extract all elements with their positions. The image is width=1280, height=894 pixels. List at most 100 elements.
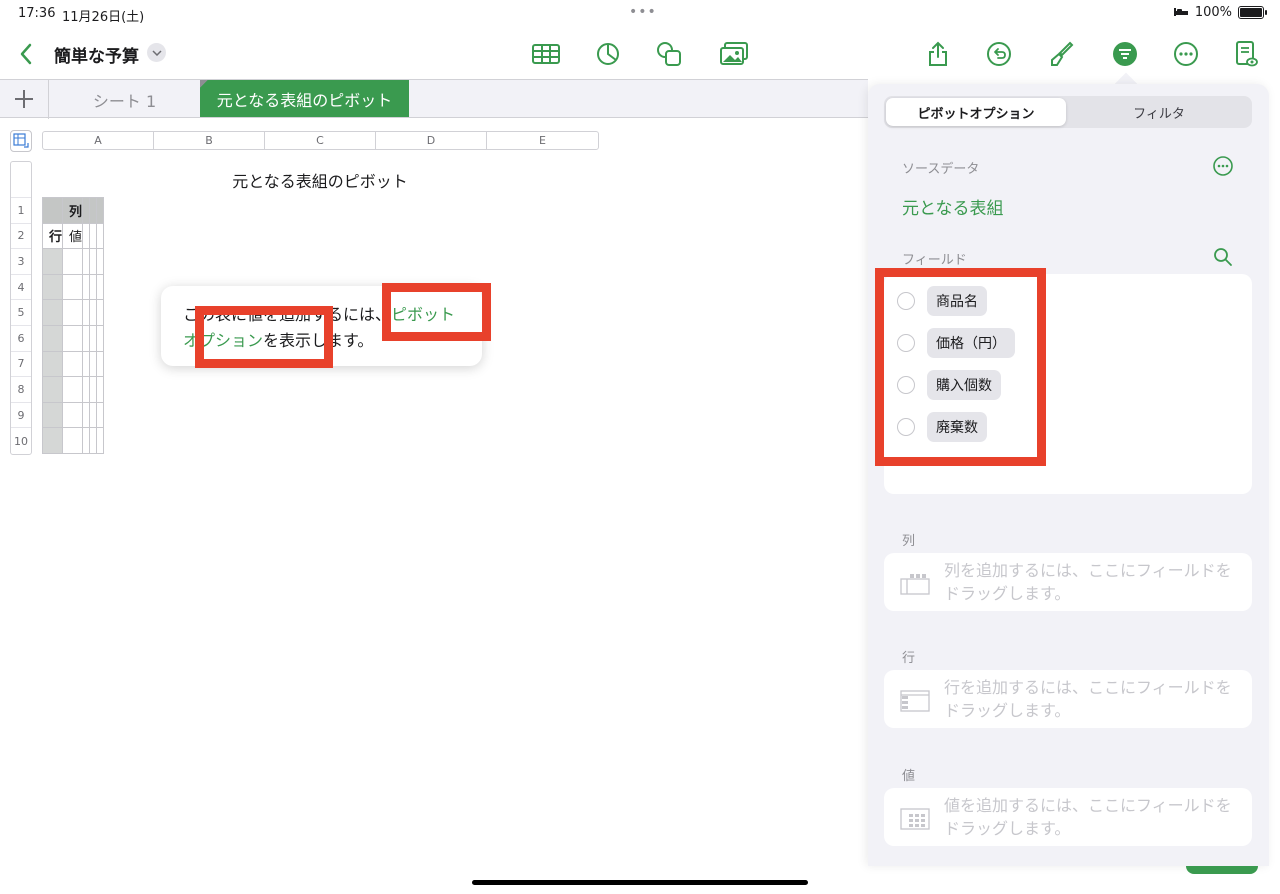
table-cell[interactable] — [96, 376, 105, 403]
column-header[interactable]: C — [265, 132, 376, 149]
table-cell[interactable] — [89, 222, 98, 250]
columns-drop-zone[interactable]: 列を追加するには、ここにフィールドをドラッグします。 — [884, 553, 1252, 611]
table-cell[interactable] — [89, 376, 98, 403]
source-more-icon[interactable] — [1213, 156, 1233, 176]
tab-sheet-1[interactable]: シート 1 — [49, 80, 200, 119]
table-cell[interactable] — [96, 401, 105, 429]
add-sheet-button[interactable] — [8, 84, 40, 114]
source-data-value[interactable]: 元となる表組 — [902, 194, 1004, 219]
table-cell[interactable] — [82, 197, 91, 224]
row-header[interactable]: 4 — [11, 275, 31, 301]
fields-label: フィールド — [902, 253, 967, 268]
organize-icon[interactable] — [1107, 36, 1143, 72]
shape-icon[interactable] — [651, 36, 687, 72]
column-header[interactable]: D — [376, 132, 487, 149]
table-cell[interactable] — [89, 350, 98, 378]
undo-icon[interactable] — [981, 36, 1017, 72]
column-header[interactable]: E — [487, 132, 598, 149]
table-cell[interactable]: 値 — [62, 222, 84, 250]
table-cell[interactable] — [62, 248, 84, 275]
column-header[interactable]: B — [154, 132, 265, 149]
multitasking-dots-icon[interactable]: ••• — [629, 4, 657, 20]
format-brush-icon[interactable] — [1044, 36, 1080, 72]
more-icon[interactable] — [1168, 36, 1204, 72]
columns-label: 列 — [902, 534, 916, 549]
table-cell[interactable] — [96, 299, 105, 326]
document-view-icon[interactable] — [1228, 36, 1264, 72]
row-header[interactable]: 10 — [11, 428, 31, 454]
document-title[interactable]: 簡単な予算 — [54, 42, 139, 67]
tab-pivot-options[interactable]: ピボットオプション — [886, 98, 1066, 126]
table-cell[interactable] — [89, 401, 98, 429]
table-cell[interactable] — [62, 299, 84, 326]
table-cell[interactable] — [89, 273, 98, 301]
tab-filter[interactable]: フィルタ — [1068, 98, 1250, 126]
plus-icon — [15, 90, 33, 108]
table-cell[interactable] — [96, 248, 105, 275]
table-cell[interactable]: 行 — [41, 222, 64, 250]
row-header[interactable]: 8 — [11, 377, 31, 403]
table-cell[interactable] — [82, 222, 91, 250]
table-cell[interactable] — [89, 427, 98, 454]
table-cell[interactable] — [41, 299, 64, 326]
table-cell[interactable] — [62, 427, 84, 454]
table-cell[interactable] — [96, 324, 105, 352]
table-cell[interactable] — [82, 248, 91, 275]
table-cell[interactable] — [82, 273, 91, 301]
table-cell[interactable] — [82, 324, 91, 352]
table-cell[interactable] — [89, 197, 98, 224]
row-header[interactable]: 1 — [11, 198, 31, 224]
table-cell[interactable] — [41, 273, 64, 301]
tab-pivot[interactable]: 元となる表組のピボット — [200, 80, 409, 117]
back-icon[interactable] — [8, 36, 44, 72]
row-header[interactable]: 2 — [11, 224, 31, 250]
table-cell[interactable] — [82, 427, 91, 454]
rows-drop-zone[interactable]: 行を追加するには、ここにフィールドをドラッグします。 — [884, 670, 1252, 728]
table-cell[interactable] — [82, 299, 91, 326]
table-cell[interactable] — [96, 273, 105, 301]
table-icon[interactable] — [528, 36, 564, 72]
row-header[interactable]: 3 — [11, 249, 31, 275]
table-cell[interactable] — [82, 350, 91, 378]
share-icon[interactable] — [920, 36, 956, 72]
table-cell[interactable] — [89, 248, 98, 275]
table-cell[interactable] — [62, 350, 84, 378]
battery-icon — [1238, 6, 1267, 19]
table-cell[interactable] — [62, 376, 84, 403]
chevron-down-icon[interactable] — [147, 43, 166, 62]
table-cell[interactable] — [96, 350, 105, 378]
table-cell[interactable] — [41, 427, 64, 454]
table-cell[interactable] — [41, 324, 64, 352]
table-select-icon[interactable] — [10, 130, 32, 152]
column-header[interactable]: A — [43, 132, 154, 149]
table-cell[interactable] — [89, 299, 98, 326]
chart-icon[interactable] — [590, 36, 626, 72]
table-cell[interactable] — [89, 324, 98, 352]
table-row — [41, 350, 105, 378]
row-header[interactable]: 5 — [11, 300, 31, 326]
table-cell[interactable] — [41, 376, 64, 403]
media-icon[interactable] — [716, 36, 752, 72]
table-cell[interactable] — [62, 401, 84, 429]
table-cell[interactable]: 列 — [62, 197, 84, 224]
table-cell[interactable] — [82, 401, 91, 429]
search-icon[interactable] — [1213, 247, 1233, 267]
table-row — [41, 248, 105, 275]
home-indicator[interactable] — [472, 880, 808, 885]
table-cell[interactable] — [96, 197, 105, 224]
table-cell[interactable] — [96, 427, 105, 454]
table-cell[interactable] — [41, 350, 64, 378]
table-cell[interactable] — [62, 273, 84, 301]
table-cell[interactable] — [62, 324, 84, 352]
table-cell[interactable] — [82, 376, 91, 403]
row-header[interactable]: 6 — [11, 326, 31, 352]
values-drop-zone[interactable]: 値を追加するには、ここにフィールドをドラッグします。 — [884, 788, 1252, 846]
table-cell[interactable] — [41, 248, 64, 275]
row-header[interactable]: 7 — [11, 352, 31, 378]
table-cell[interactable] — [41, 197, 64, 224]
table-cell[interactable] — [41, 401, 64, 429]
table-title[interactable]: 元となる表組のピボット — [42, 168, 598, 192]
row-header[interactable]: 9 — [11, 403, 31, 429]
source-data-label: ソースデータ — [902, 162, 980, 177]
table-cell[interactable] — [96, 222, 105, 250]
